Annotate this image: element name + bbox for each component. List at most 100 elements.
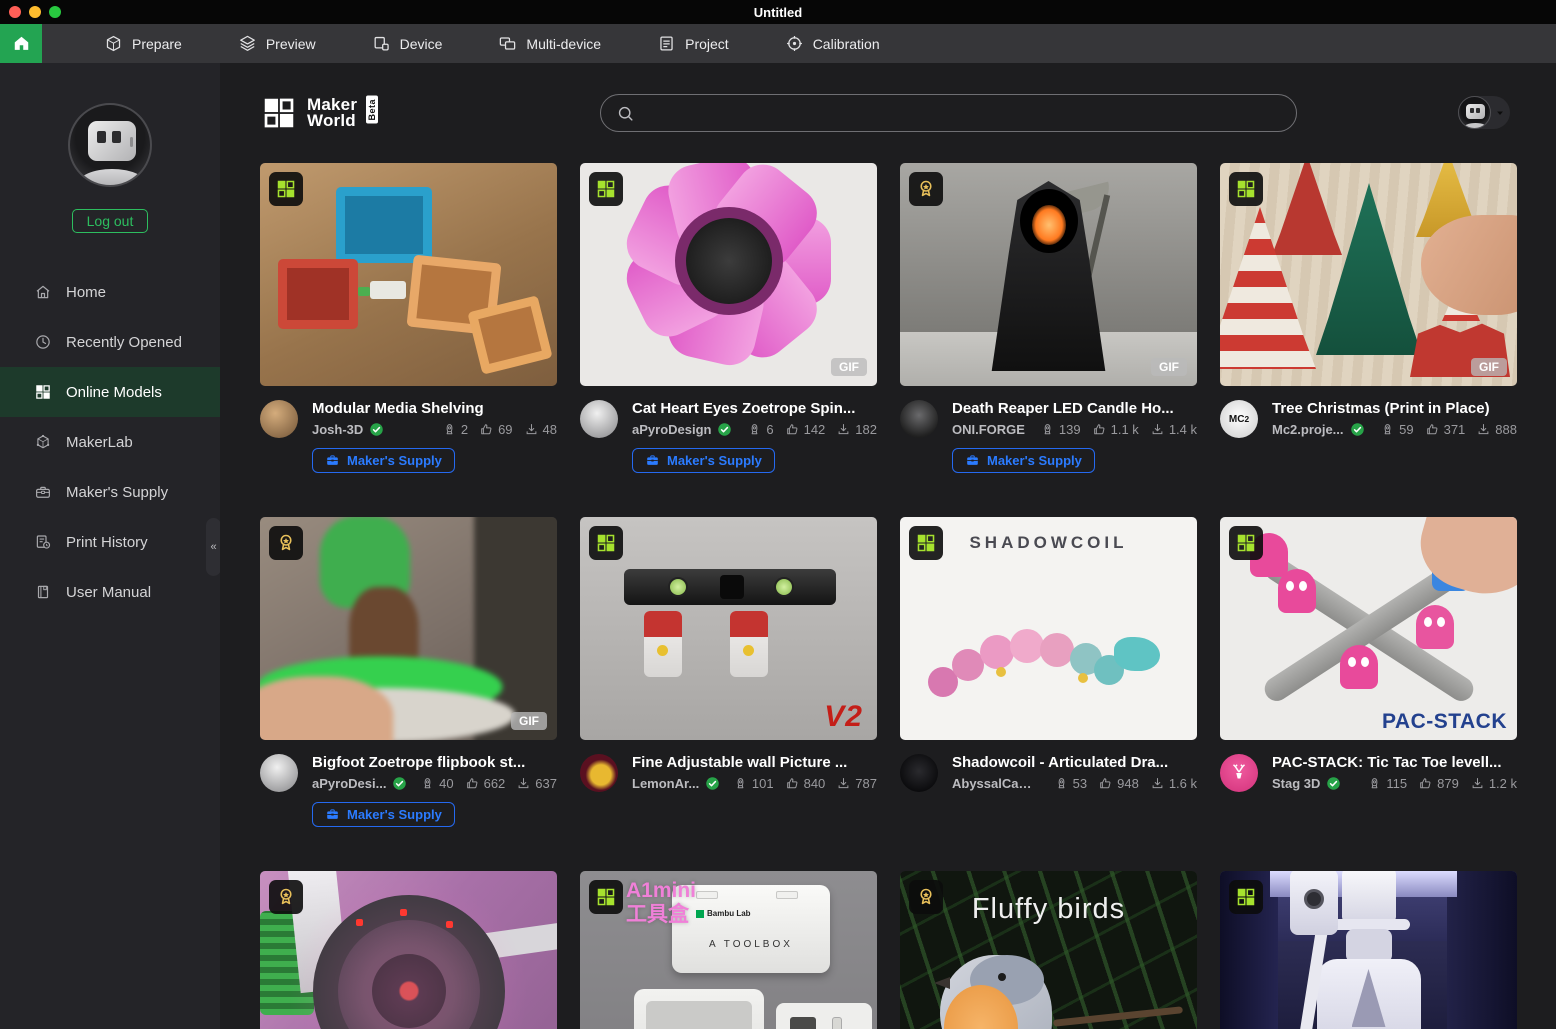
sidebar-collapse-button[interactable]: « [206, 518, 221, 576]
makers-supply-button[interactable]: Maker's Supply [312, 448, 455, 473]
sidebar-item-home[interactable]: Home [0, 267, 220, 317]
model-thumbnail[interactable] [1220, 871, 1517, 1029]
model-card[interactable]: GIF Cat Heart Eyes Zoetrope Spin... aPyr… [580, 163, 877, 517]
tab-multi-device[interactable]: Multi-device [498, 34, 601, 53]
model-card[interactable]: Fluffy birds [900, 871, 1197, 1029]
author-avatar[interactable] [900, 754, 938, 792]
sidebar-item-makers-supply[interactable]: Maker's Supply [0, 467, 220, 517]
model-title[interactable]: Tree Christmas (Print in Place) [1272, 400, 1517, 417]
tab-prepare[interactable]: Prepare [104, 34, 182, 53]
model-card[interactable]: GIF Death Reaper LED Candle Ho... ONI.FO… [900, 163, 1197, 517]
author-name[interactable]: ONI.FORGE [952, 422, 1025, 437]
author-name[interactable]: aPyroDesi... [312, 776, 386, 791]
author-avatar[interactable]: MC2 [1220, 400, 1258, 438]
search-input[interactable] [644, 95, 1296, 131]
model-thumbnail[interactable]: V2 [580, 517, 877, 740]
model-card[interactable] [260, 871, 557, 1029]
prints-stat: 6 [747, 422, 773, 437]
model-thumbnail[interactable]: GIF [580, 163, 877, 386]
makers-supply-button[interactable]: Maker's Supply [632, 448, 775, 473]
author-name[interactable]: Mc2.proje... [1272, 422, 1344, 437]
search-bar[interactable] [600, 94, 1297, 132]
makerworld-badge [269, 172, 303, 206]
contest-medal-badge [909, 880, 943, 914]
thumbs-up-icon [785, 422, 800, 437]
model-thumbnail[interactable]: GIF [260, 517, 557, 740]
sidebar-item-user-manual[interactable]: User Manual [0, 567, 220, 617]
makerworld-badge [1229, 526, 1263, 560]
makers-supply-button[interactable]: Maker's Supply [952, 448, 1095, 473]
makerworld-logo-icon [260, 94, 298, 132]
sidebar-item-makerlab[interactable]: MakerLab [0, 417, 220, 467]
toolbox-icon [965, 453, 980, 468]
model-title[interactable]: Modular Media Shelving [312, 400, 557, 417]
sidebar-item-online-models[interactable]: Online Models [0, 367, 220, 417]
download-icon [524, 422, 539, 437]
model-title[interactable]: Shadowcoil - Articulated Dra... [952, 754, 1197, 771]
model-stats: 59 371 888 [1380, 422, 1517, 437]
top-navbar: Prepare Preview Device Multi-device Proj… [0, 24, 1556, 63]
model-thumbnail[interactable]: GIF [900, 163, 1197, 386]
workspace-tabs: Prepare Preview Device Multi-device Proj… [104, 24, 880, 63]
downloads-stat: 182 [836, 422, 877, 437]
model-thumbnail[interactable]: GIF [1220, 163, 1517, 386]
thumbnail-art: V2 [580, 517, 877, 740]
model-card[interactable]: Bambu Lab A TOOLBOX A1mini工具盒 [580, 871, 877, 1029]
tab-calibration[interactable]: Calibration [785, 34, 880, 53]
makers-supply-button[interactable]: Maker's Supply [312, 802, 455, 827]
author-name[interactable]: aPyroDesign [632, 422, 711, 437]
medal-icon [915, 886, 937, 908]
author-avatar[interactable] [260, 400, 298, 438]
makerworld-icon [34, 383, 52, 401]
model-thumbnail[interactable]: PAC-STACK [1220, 517, 1517, 740]
model-card[interactable]: Modular Media Shelving Josh-3D 2 69 48 [260, 163, 557, 517]
model-stats: 40 662 637 [420, 776, 557, 791]
download-icon [1476, 422, 1491, 437]
model-thumbnail[interactable]: Fluffy birds [900, 871, 1197, 1029]
likes-stat: 879 [1418, 776, 1459, 791]
author-avatar[interactable] [900, 400, 938, 438]
model-card[interactable]: V2 Fine Adjustable wall Picture ... Lemo… [580, 517, 877, 871]
author-name[interactable]: AbyssalCact... [952, 776, 1038, 791]
sidebar-item-recently-opened[interactable]: Recently Opened [0, 317, 220, 367]
model-title[interactable]: Fine Adjustable wall Picture ... [632, 754, 877, 771]
tab-preview[interactable]: Preview [238, 34, 316, 53]
model-card[interactable]: GIF Bigfoot Zoetrope flipbook st... aPyr… [260, 517, 557, 871]
model-card[interactable] [1220, 871, 1517, 1029]
model-title[interactable]: Bigfoot Zoetrope flipbook st... [312, 754, 557, 771]
model-thumbnail[interactable] [260, 871, 557, 1029]
author-avatar[interactable] [580, 400, 618, 438]
model-thumbnail[interactable]: Bambu Lab A TOOLBOX A1mini工具盒 [580, 871, 877, 1029]
author-name[interactable]: LemonAr... [632, 776, 699, 791]
tab-device[interactable]: Device [372, 34, 443, 53]
model-card[interactable]: PAC-STACK PAC-STACK: Tic Tac Toe levell.… [1220, 517, 1517, 871]
thumbs-up-icon [479, 422, 494, 437]
author-avatar[interactable] [1220, 754, 1258, 792]
model-title[interactable]: Death Reaper LED Candle Ho... [952, 400, 1197, 417]
thumbnail-art [260, 163, 557, 386]
author-name[interactable]: Stag 3D [1272, 776, 1320, 791]
model-card[interactable]: SHADOWCOIL [900, 517, 1197, 871]
model-stats: 53 948 1.6 k [1054, 776, 1197, 791]
account-menu[interactable] [1458, 96, 1510, 129]
author-avatar[interactable] [260, 754, 298, 792]
author-name[interactable]: Josh-3D [312, 422, 363, 437]
home-tab-button[interactable] [0, 24, 42, 63]
model-title[interactable]: Cat Heart Eyes Zoetrope Spin... [632, 400, 877, 417]
likes-stat: 1.1 k [1092, 422, 1139, 437]
model-thumbnail[interactable] [260, 163, 557, 386]
model-thumbnail[interactable]: SHADOWCOIL [900, 517, 1197, 740]
likes-stat: 662 [465, 776, 506, 791]
model-card[interactable]: GIF MC2 Tree Christmas (Print in Place) … [1220, 163, 1517, 517]
sidebar-item-print-history[interactable]: Print History [0, 517, 220, 567]
makerworld-brand[interactable]: Maker World Beta [260, 94, 378, 132]
model-title[interactable]: PAC-STACK: Tic Tac Toe levell... [1272, 754, 1517, 771]
user-avatar[interactable] [68, 103, 152, 187]
prints-icon [747, 422, 762, 437]
logout-button[interactable]: Log out [72, 209, 149, 233]
prints-icon [1367, 776, 1382, 791]
verified-icon [705, 776, 720, 791]
tab-project[interactable]: Project [657, 34, 729, 53]
makerworld-badge [1229, 880, 1263, 914]
author-avatar[interactable] [580, 754, 618, 792]
